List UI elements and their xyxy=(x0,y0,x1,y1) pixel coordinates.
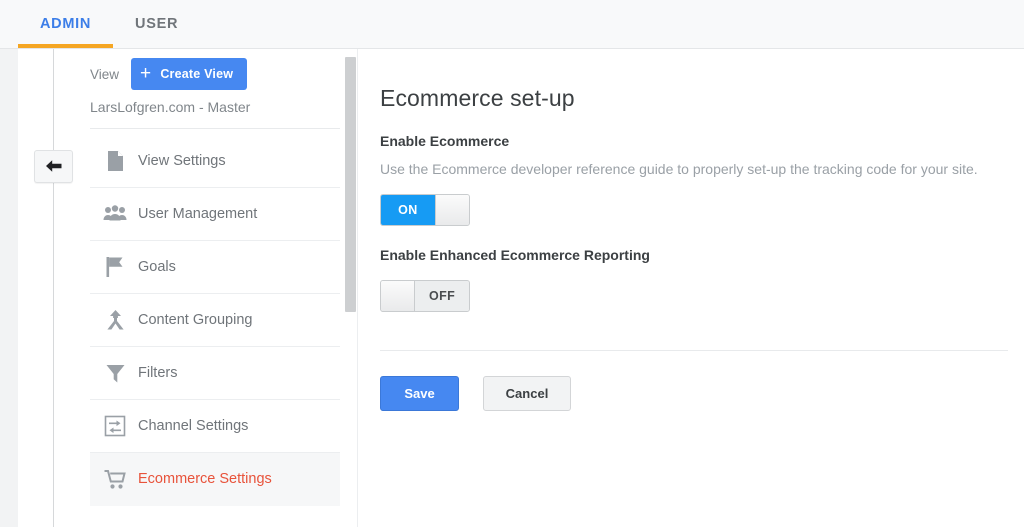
view-header: View + Create View xyxy=(90,49,340,90)
tab-admin-label: ADMIN xyxy=(40,16,92,32)
back-button[interactable] xyxy=(34,150,73,183)
sidebar-item-ecommerce-settings[interactable]: Ecommerce Settings xyxy=(90,453,340,506)
save-button[interactable]: Save xyxy=(380,376,459,411)
cancel-button[interactable]: Cancel xyxy=(483,376,571,411)
sidebar-item-user-management[interactable]: User Management xyxy=(90,188,340,241)
toggle-knob xyxy=(381,281,416,311)
enable-ecommerce-label: Enable Ecommerce xyxy=(380,133,510,149)
sidebar-item-channel-settings[interactable]: Channel Settings xyxy=(90,400,340,453)
document-icon xyxy=(92,150,138,172)
arrow-left-icon xyxy=(46,160,62,172)
page-body: View + Create View LarsLofgren.com - Mas… xyxy=(0,49,1024,527)
action-button-row: Save Cancel xyxy=(380,376,1010,411)
sidebar-scrollbar-thumb[interactable] xyxy=(345,57,356,312)
shopping-cart-icon xyxy=(92,469,138,490)
funnel-icon xyxy=(92,363,138,384)
view-label: View xyxy=(90,66,120,82)
tab-user-label: USER xyxy=(135,16,179,32)
sidebar-item-label: Goals xyxy=(138,259,176,275)
plus-icon: + xyxy=(140,63,152,84)
people-icon xyxy=(92,205,138,223)
tab-admin[interactable]: ADMIN xyxy=(18,0,114,48)
sidebar-item-label: Ecommerce Settings xyxy=(138,471,272,487)
sidebar-nav-list: View Settings User Management Goals Cont… xyxy=(90,135,340,506)
branch-arrow-icon xyxy=(92,309,138,331)
toggle-off-label: OFF xyxy=(415,281,469,311)
enhanced-ecommerce-toggle[interactable]: OFF xyxy=(380,280,470,312)
sidebar-item-label: View Settings xyxy=(138,153,226,169)
top-tab-bar: ADMIN USER xyxy=(0,0,1024,49)
main-content: Ecommerce set-up Enable Ecommerce Use th… xyxy=(380,49,1010,527)
sidebar-item-view-settings[interactable]: View Settings xyxy=(90,135,340,188)
sidebar-item-label: User Management xyxy=(138,206,258,222)
toggle-on-label: ON xyxy=(381,195,435,225)
sidebar-item-label: Channel Settings xyxy=(138,418,249,434)
panel-divider xyxy=(357,49,358,527)
toggle-knob xyxy=(434,195,469,225)
content-divider xyxy=(380,350,1008,351)
sidebar-item-label: Filters xyxy=(138,365,178,381)
tab-user[interactable]: USER xyxy=(113,0,200,48)
sidebar-item-filters[interactable]: Filters xyxy=(90,347,340,400)
page-title: Ecommerce set-up xyxy=(380,85,575,111)
enhanced-reporting-label: Enable Enhanced Ecommerce Reporting xyxy=(380,247,650,263)
rail-vertical-line xyxy=(53,49,54,527)
create-view-button[interactable]: + Create View xyxy=(131,58,248,90)
enable-ecommerce-toggle[interactable]: ON xyxy=(380,194,470,226)
enable-ecommerce-description: Use the Ecommerce developer reference gu… xyxy=(380,161,978,177)
channel-arrows-icon xyxy=(92,415,138,437)
flag-icon xyxy=(92,256,138,278)
sidebar-item-content-grouping[interactable]: Content Grouping xyxy=(90,294,340,347)
sidebar-item-goals[interactable]: Goals xyxy=(90,241,340,294)
left-edge-strip xyxy=(0,49,18,527)
sidebar-item-label: Content Grouping xyxy=(138,312,253,328)
create-view-button-label: Create View xyxy=(160,67,234,81)
view-sidebar: View + Create View LarsLofgren.com - Mas… xyxy=(90,49,340,527)
